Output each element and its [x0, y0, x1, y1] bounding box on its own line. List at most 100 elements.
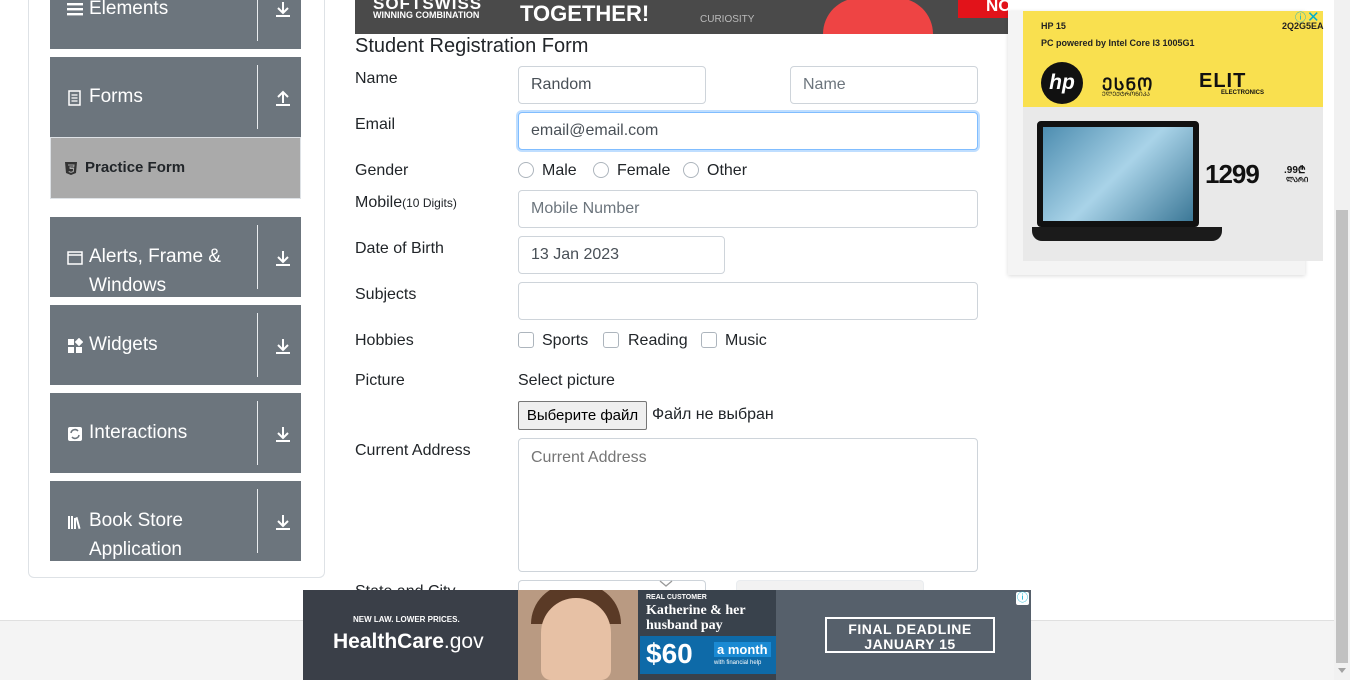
ad-price-unit: ᲚᲐᲠᲘ	[1286, 177, 1309, 184]
elit-logo-sub: ELECTRONICS	[1221, 90, 1265, 96]
download-arrow-icon[interactable]	[274, 249, 292, 267]
download-arrow-icon[interactable]	[274, 337, 292, 355]
document-icon	[67, 90, 83, 106]
window-icon	[67, 250, 83, 266]
first-name-input[interactable]	[518, 66, 706, 104]
current-address-label: Current Address	[355, 442, 471, 459]
gender-option-label: Female	[617, 162, 671, 179]
gender-radio-female[interactable]	[593, 162, 609, 178]
sidebar-group-title: Elements	[89, 0, 169, 19]
ad-deadline-line1: FINAL DEADLINE	[848, 621, 972, 637]
page-scrollbar[interactable]	[1334, 0, 1350, 680]
file-status-text: Файл не выбран	[652, 406, 774, 423]
interactions-icon	[67, 426, 83, 442]
last-name-input[interactable]	[790, 66, 978, 104]
current-address-textarea[interactable]	[518, 438, 978, 572]
hobby-checkbox-reading[interactable]	[603, 332, 619, 348]
bottom-banner-ad[interactable]: NEW LAW. LOWER PRICES. HealthCare.gov RE…	[303, 590, 1031, 680]
sidebar-group-title: Widgets	[89, 334, 158, 355]
ad-story: Katherine & her husband pay	[646, 603, 746, 633]
divider	[257, 65, 258, 129]
ad-subtitle: PC powered by Intel Core I3 1005G1	[1041, 38, 1195, 48]
download-arrow-icon[interactable]	[274, 513, 292, 531]
close-icon[interactable]: ✕	[1307, 10, 1321, 25]
hobby-checkbox-sports[interactable]	[518, 332, 534, 348]
sidebar-group-alerts-frame-windows[interactable]: Alerts, Frame & Windows	[50, 217, 301, 297]
info-icon[interactable]: ⓘ	[1016, 592, 1029, 605]
list-icon	[67, 1, 83, 17]
banner-corner-text: NO	[986, 0, 1008, 15]
sidebar-group-forms[interactable]: Forms	[50, 57, 301, 137]
subjects-input[interactable]	[518, 282, 978, 320]
scroll-down-arrow-icon[interactable]	[1338, 668, 1346, 673]
download-arrow-icon[interactable]	[274, 0, 292, 18]
mobile-input[interactable]	[518, 190, 978, 228]
form-title: Student Registration Form	[355, 35, 589, 57]
hobby-checkbox-music[interactable]	[701, 332, 717, 348]
sidebar-group-title-line2: Windows	[89, 275, 167, 296]
ad-price-note: with financial help	[714, 660, 762, 666]
ad-law-text: NEW LAW. LOWER PRICES.	[353, 615, 460, 624]
hobby-option-label: Reading	[628, 332, 688, 349]
widgets-icon	[67, 337, 84, 354]
ad-price: $60	[646, 638, 693, 669]
ad-deadline-line2: JANUARY 15	[864, 636, 956, 652]
sidebar-group-interactions[interactable]: Interactions	[50, 393, 301, 473]
banner-headline: TOGETHER!	[520, 1, 650, 26]
healthcare-logo: HealthCare.gov	[333, 630, 484, 654]
ad-price: 1299	[1205, 159, 1260, 189]
banner-illustration	[823, 0, 933, 34]
gender-label: Gender	[355, 162, 409, 179]
shop-logo-sub: ᲔᲚᲔᲥᲢᲠᲝᲜᲘᲙᲐ	[1102, 92, 1150, 98]
sidebar-group-title: Interactions	[89, 422, 188, 443]
select-picture-text: Select picture	[518, 372, 615, 389]
mobile-label: Mobile(10 Digits)	[355, 194, 457, 212]
healthcare-logo-main: HealthCare	[333, 630, 444, 653]
ad-title: HP 15	[1041, 21, 1066, 31]
sidebar-item-practice-form[interactable]: Practice Form	[50, 137, 301, 199]
books-icon	[67, 514, 83, 530]
html5-icon	[65, 162, 77, 175]
mobile-label-text: Mobile	[355, 194, 403, 211]
hobby-option-label: Sports	[542, 332, 589, 349]
sidebar-group-title-line2: Application	[89, 539, 182, 560]
ad-price-cents: .99₾	[1284, 165, 1306, 176]
laptop-image	[1037, 121, 1199, 227]
banner-red-corner: NO	[958, 0, 1008, 18]
hobbies-label: Hobbies	[355, 332, 414, 349]
download-arrow-icon[interactable]	[274, 425, 292, 443]
gender-option-label: Male	[542, 162, 577, 179]
page: Elements Forms Practice Form Alerts, Fra…	[0, 0, 1350, 680]
right-ad[interactable]: HP 15 PC powered by Intel Core I3 1005G1…	[1008, 10, 1324, 275]
email-input[interactable]	[518, 112, 978, 150]
gender-radio-other[interactable]	[683, 162, 699, 178]
sidebar-group-title: Alerts, Frame &	[89, 246, 221, 267]
scrollbar-thumb[interactable]	[1336, 210, 1348, 663]
divider	[257, 489, 258, 553]
divider	[257, 0, 258, 41]
sidebar-group-title: Book Store	[89, 510, 183, 531]
banner-small-text: CURIOSITY	[700, 14, 755, 25]
chevron-down-icon	[659, 580, 673, 587]
info-icon[interactable]: ⓘ	[1294, 12, 1307, 25]
ad-price-period: a month	[714, 642, 771, 657]
healthcare-logo-tld: .gov	[443, 630, 484, 653]
date-of-birth-input[interactable]	[518, 236, 725, 274]
gender-radio-male[interactable]	[518, 162, 534, 178]
ad-price-box: $60 a month with financial help	[640, 636, 776, 674]
mobile-hint: (10 Digits)	[402, 196, 457, 210]
ad-deadline-box: FINAL DEADLINE JANUARY 15	[825, 617, 995, 653]
hobby-option-label: Music	[725, 332, 767, 349]
ad-photo-face	[541, 598, 611, 680]
sidebar-group-widgets[interactable]: Widgets	[50, 305, 301, 385]
top-banner-ad[interactable]: SOFTSWISS WINNING COMBINATION TOGETHER! …	[355, 0, 1008, 34]
laptop-base	[1032, 227, 1222, 241]
subjects-label: Subjects	[355, 286, 417, 303]
choose-file-button[interactable]: Выберите файл	[518, 401, 647, 430]
left-sidebar: Elements Forms Practice Form Alerts, Fra…	[28, 0, 325, 578]
ad-real-customer: REAL CUSTOMER	[646, 594, 707, 601]
sidebar-group-elements[interactable]: Elements	[50, 0, 301, 49]
dob-label: Date of Birth	[355, 240, 444, 257]
sidebar-group-book-store[interactable]: Book Store Application	[50, 481, 301, 561]
upload-arrow-icon[interactable]	[274, 89, 292, 107]
